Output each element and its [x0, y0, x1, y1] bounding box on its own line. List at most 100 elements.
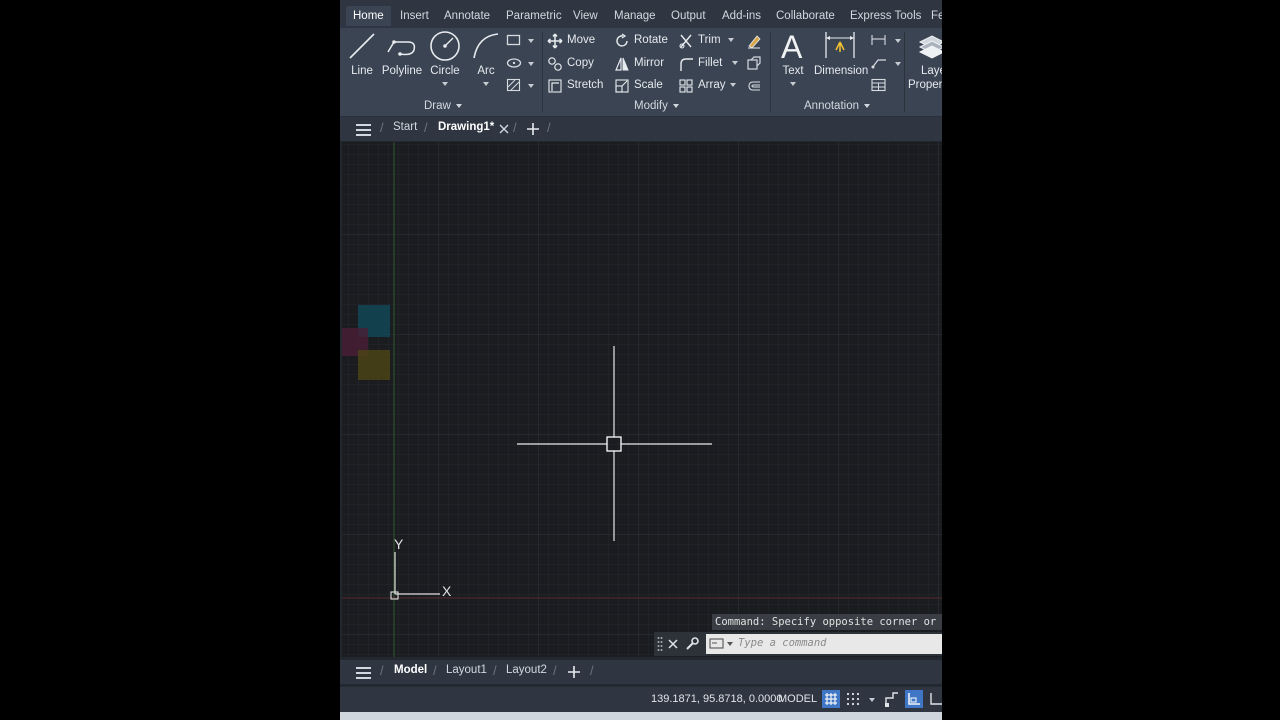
autocad-window: Home Insert Annotate Parametric View Man… [340, 0, 942, 720]
close-icon[interactable] [667, 638, 679, 650]
polar-tracking-icon[interactable] [927, 690, 942, 708]
circle-label: Circle [430, 65, 460, 77]
move-label: Move [567, 34, 596, 46]
rotate-label: Rotate [634, 34, 668, 46]
array-label: Array [698, 79, 726, 91]
close-icon[interactable] [499, 124, 509, 134]
tab-separator: / [513, 120, 517, 135]
line-button[interactable]: Line [344, 28, 380, 96]
mirror-icon [615, 57, 629, 71]
tab-view[interactable]: View [573, 6, 598, 26]
tab-model[interactable]: Model [394, 664, 427, 676]
stretch-icon [548, 79, 562, 93]
tab-layout1[interactable]: Layout1 [446, 664, 487, 676]
tab-annotate[interactable]: Annotate [444, 6, 490, 26]
tab-separator: / [553, 663, 557, 678]
tab-parametric[interactable]: Parametric [506, 6, 562, 26]
text-button[interactable]: A Text [774, 28, 812, 96]
tab-add-ins[interactable]: Add-ins [722, 6, 761, 26]
command-input[interactable]: Type a command [706, 634, 942, 654]
tab-separator: / [424, 120, 428, 135]
tab-layout2[interactable]: Layout2 [506, 664, 547, 676]
leader-icon[interactable] [870, 56, 888, 70]
wrench-icon[interactable] [685, 637, 699, 651]
draw-panel-title[interactable]: Draw [424, 100, 462, 112]
dimension-button[interactable]: Dimension [814, 28, 869, 96]
recent-commands-dropdown-arrow[interactable] [727, 642, 733, 646]
tab-manage[interactable]: Manage [614, 6, 656, 26]
hatch-icon[interactable] [506, 78, 522, 92]
new-tab-plus-icon[interactable] [526, 122, 540, 136]
drawing-canvas[interactable]: Y X Command: Specify opposite corner or [342, 142, 942, 657]
tab-start[interactable]: Start [393, 121, 417, 133]
fillet-icon [680, 58, 693, 71]
tab-insert[interactable]: Insert [400, 6, 429, 26]
text-icon: A [781, 29, 803, 64]
table-icon[interactable] [870, 78, 888, 92]
hamburger-menu-icon[interactable] [356, 124, 371, 139]
array-dropdown-arrow[interactable] [730, 83, 736, 87]
rectangle-icon[interactable] [506, 33, 522, 47]
coordinates-readout[interactable]: 139.1871, 95.8718, 0.0000 [651, 693, 783, 705]
panel-divider [770, 32, 771, 112]
ellipse-icon[interactable] [506, 56, 522, 70]
snap-dropdown-arrow[interactable] [869, 698, 875, 702]
explode-icon[interactable] [746, 55, 762, 71]
arc-dropdown-arrow[interactable] [483, 82, 489, 86]
fillet-label: Fillet [698, 57, 723, 69]
ortho-mode-icon[interactable] [905, 690, 923, 708]
dimension-label: Dimension [814, 65, 869, 77]
stretch-label: Stretch [567, 79, 604, 91]
chevron-down-icon [864, 103, 870, 108]
infer-constraints-icon[interactable] [883, 690, 901, 708]
trim-dropdown-arrow[interactable] [728, 38, 734, 42]
copy-label: Copy [567, 57, 594, 69]
text-label: Text [782, 65, 804, 77]
line-label: Line [351, 65, 373, 77]
trim-icon [679, 34, 692, 49]
scale-label: Scale [634, 79, 663, 91]
tab-express-tools[interactable]: Express Tools [850, 6, 921, 26]
command-prompt-icon[interactable] [709, 638, 725, 650]
tab-drawing1[interactable]: Drawing1* [438, 121, 494, 133]
ellipse-dropdown-arrow[interactable] [528, 62, 534, 66]
leader-dropdown-arrow[interactable] [895, 62, 901, 66]
text-dropdown-arrow[interactable] [790, 82, 796, 86]
tab-featured[interactable]: Fe [931, 6, 942, 26]
drag-handle-icon[interactable] [657, 636, 663, 652]
polyline-label: Polyline [381, 65, 423, 77]
yellow-swatch [358, 350, 390, 380]
canvas-graphics: Y X [342, 142, 942, 657]
tab-separator: / [590, 663, 594, 678]
snap-mode-icon[interactable] [844, 690, 862, 708]
offset-icon[interactable] [746, 78, 762, 94]
modify-panel-title[interactable]: Modify [634, 100, 679, 112]
circle-dropdown-arrow[interactable] [442, 82, 448, 86]
erase-icon[interactable] [746, 33, 762, 49]
panel-divider [904, 32, 905, 112]
hamburger-menu-icon[interactable] [356, 667, 371, 682]
fillet-dropdown-arrow[interactable] [732, 61, 738, 65]
polyline-button[interactable]: Polyline [380, 28, 424, 96]
grid-display-icon[interactable] [822, 690, 840, 708]
circle-button[interactable]: Circle [426, 28, 464, 96]
ucs-y-label: Y [394, 536, 404, 552]
new-layout-plus-icon[interactable] [567, 665, 581, 679]
ucs-x-label: X [442, 583, 452, 599]
annotation-panel-title[interactable]: Annotation [804, 100, 870, 112]
layer-properties-label-2: Proper [908, 79, 942, 91]
hatch-dropdown-arrow[interactable] [528, 84, 534, 88]
layer-properties-button[interactable]: Laye Proper [908, 28, 942, 96]
tab-home[interactable]: Home [346, 6, 391, 26]
command-line: Type a command [654, 632, 942, 656]
rectangle-dropdown-arrow[interactable] [528, 39, 534, 43]
array-icon [679, 79, 693, 93]
command-placeholder: Type a command [738, 637, 827, 649]
arc-button[interactable]: Arc [468, 28, 504, 96]
tab-output[interactable]: Output [671, 6, 706, 26]
model-space-toggle[interactable]: MODEL [778, 693, 817, 705]
arc-icon [473, 33, 499, 59]
dimension-dropdown-arrow[interactable] [895, 39, 901, 43]
linear-dimension-icon[interactable] [870, 33, 888, 47]
tab-collaborate[interactable]: Collaborate [776, 6, 835, 26]
